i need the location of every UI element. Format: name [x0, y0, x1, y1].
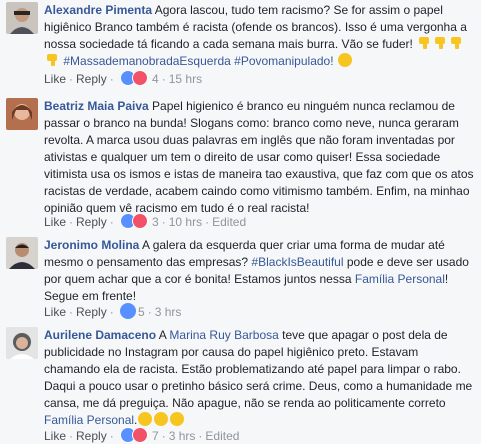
- thumbs-down-icon: [47, 54, 57, 66]
- reply-link[interactable]: Reply: [76, 72, 107, 86]
- comment-author[interactable]: Aurilene Damaceno: [44, 328, 156, 342]
- reply-link[interactable]: Reply: [76, 429, 107, 443]
- reply-link[interactable]: Reply: [76, 305, 107, 319]
- laughing-emoji-icon: [138, 412, 153, 426]
- comment-body: Aurilene Damaceno A Marina Ruy Barbosa t…: [44, 327, 475, 429]
- crying-emoji-icon: [154, 412, 169, 426]
- comment-body: Beatriz Maia Paiva Papel higienico é bra…: [44, 98, 475, 217]
- like-link[interactable]: Like: [44, 72, 66, 86]
- thumbs-down-icon: [435, 37, 446, 49]
- comment-body: Alexandre Pimenta Agora lascou, tudo tem…: [44, 2, 475, 70]
- avatar[interactable]: [6, 2, 38, 34]
- comment-author[interactable]: Jeronimo Molina: [44, 238, 139, 252]
- reaction-count[interactable]: 3: [152, 215, 159, 229]
- avatar[interactable]: [6, 327, 38, 359]
- comment-time[interactable]: 3 hrs: [155, 305, 182, 319]
- hashtag[interactable]: #MassademanobradaEsquerda: [63, 54, 230, 68]
- reactions-icon[interactable]: [120, 70, 150, 86]
- like-link[interactable]: Like: [44, 305, 66, 319]
- comment-author[interactable]: Alexandre Pimenta: [44, 3, 152, 17]
- hashtag[interactable]: #Povomanipulado!: [234, 54, 333, 68]
- comment-text: A: [156, 328, 170, 342]
- comment-time[interactable]: 10 hrs: [169, 215, 202, 229]
- tired-face-emoji-icon: [337, 53, 352, 67]
- thumbs-down-icon: [419, 37, 430, 49]
- hashtag[interactable]: #BlackIsBeautiful: [251, 255, 343, 269]
- eye-roll-emoji-icon: [170, 412, 185, 426]
- comment-actions: Like · Reply · 7 · 3 hrs · Edited: [44, 427, 240, 443]
- like-link[interactable]: Like: [44, 429, 66, 443]
- comment-time[interactable]: 15 hrs: [169, 72, 202, 86]
- edited-label[interactable]: Edited: [212, 215, 246, 229]
- profile-mention[interactable]: Marina Ruy Barbosa: [169, 328, 278, 342]
- comment-actions: Like · Reply · 3 · 10 hrs · Edited: [44, 213, 247, 229]
- comment-author[interactable]: Beatriz Maia Paiva: [44, 99, 149, 113]
- avatar[interactable]: [6, 237, 38, 269]
- comment-actions: Like · Reply · 4 · 15 hrs: [44, 70, 203, 86]
- page-mention[interactable]: Família Personal: [355, 272, 445, 286]
- reaction-count[interactable]: 7: [152, 429, 159, 443]
- comment-text: Papel higienico é branco eu ninguém nunc…: [44, 99, 474, 215]
- reactions-icon[interactable]: [120, 427, 150, 443]
- comment-actions: Like · Reply · 5 · 3 hrs: [44, 303, 182, 319]
- comment-text: .: [134, 413, 138, 427]
- like-reaction-icon[interactable]: [120, 303, 137, 319]
- reactions-icon[interactable]: [120, 213, 150, 229]
- reaction-count[interactable]: 4: [152, 72, 159, 86]
- comment-body: Jeronimo Molina A galera da esquerda que…: [44, 237, 475, 305]
- reaction-count[interactable]: 5: [138, 305, 145, 319]
- page-mention[interactable]: Família Personal: [44, 413, 134, 427]
- comment-time[interactable]: 3 hrs: [169, 429, 196, 443]
- avatar[interactable]: [6, 98, 38, 130]
- reply-link[interactable]: Reply: [76, 215, 107, 229]
- edited-label[interactable]: Edited: [205, 429, 239, 443]
- thumbs-down-icon: [451, 37, 462, 49]
- like-link[interactable]: Like: [44, 215, 66, 229]
